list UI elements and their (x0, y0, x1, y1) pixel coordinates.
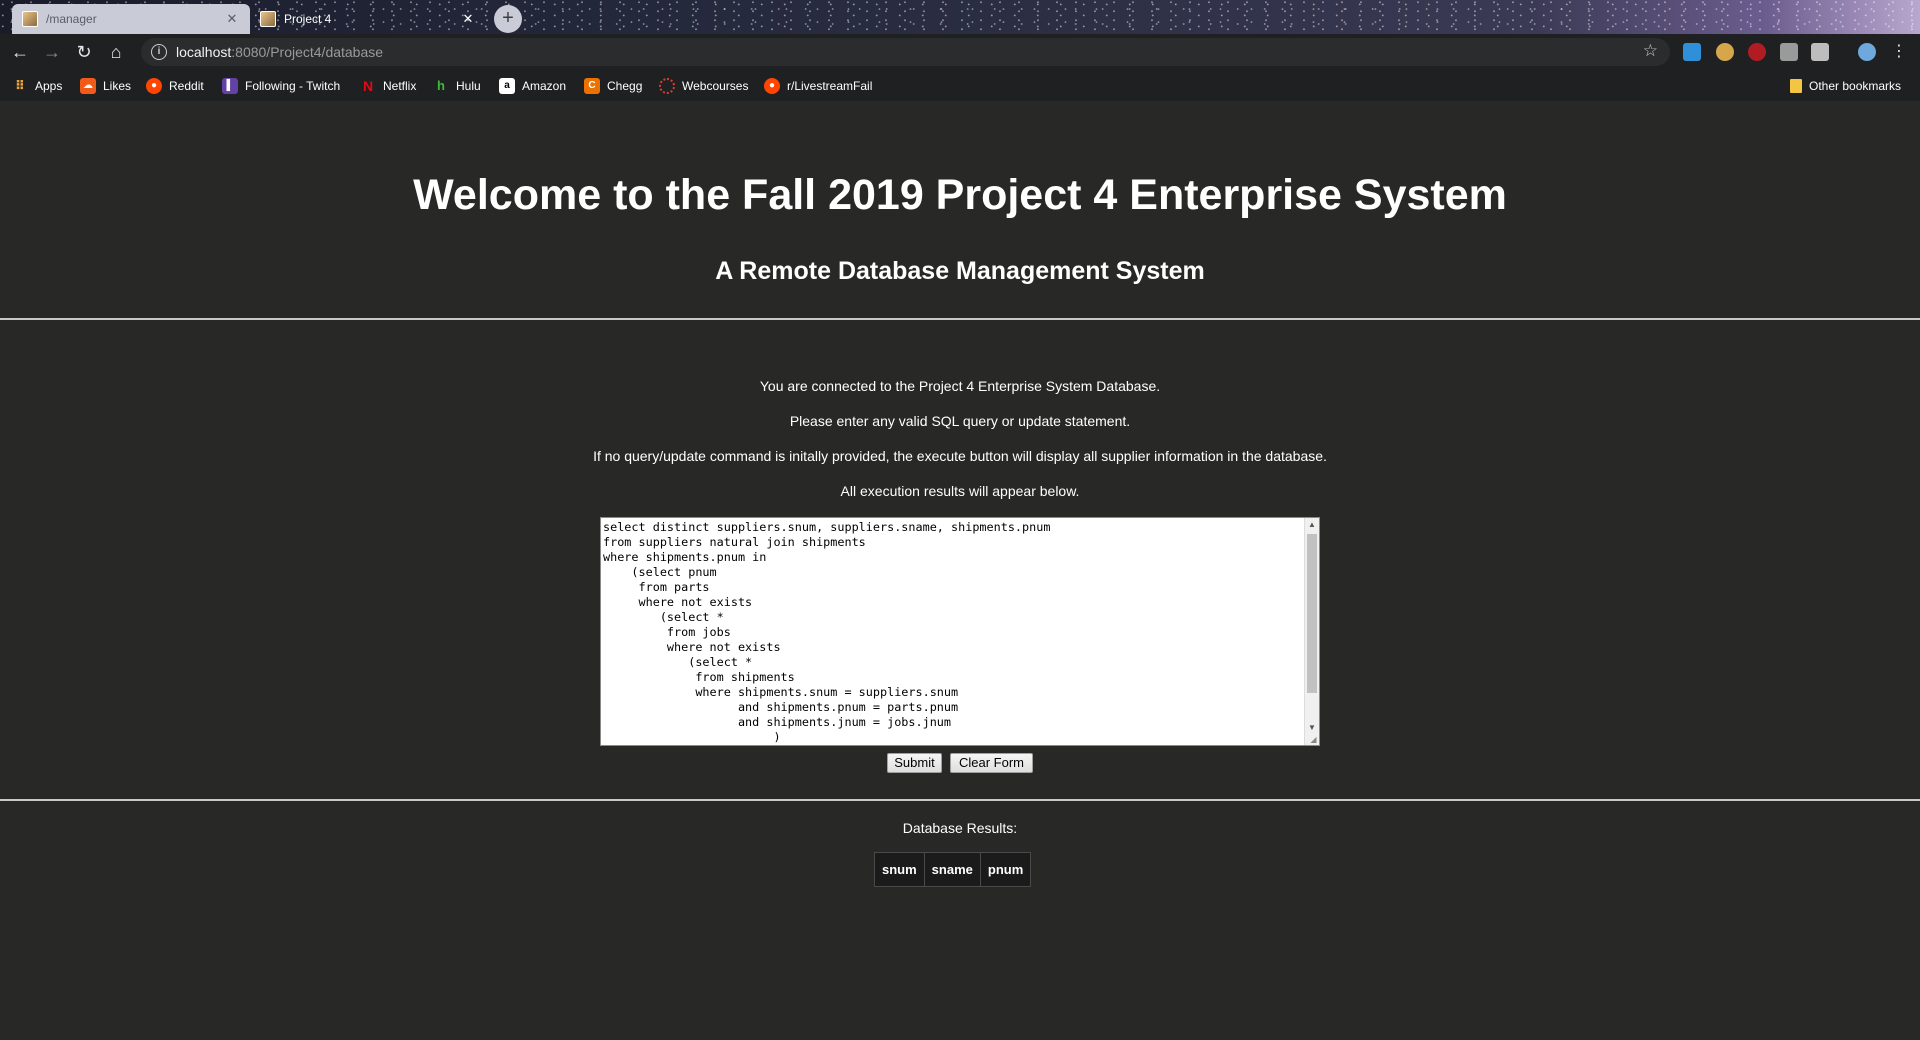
close-icon[interactable]: ✕ (460, 11, 476, 27)
sql-query-textarea[interactable]: select distinct suppliers.snum, supplier… (600, 517, 1320, 746)
netflix-icon: N (362, 78, 374, 94)
resize-grip-icon[interactable]: ◢ (1309, 735, 1318, 744)
extension-icon[interactable] (1716, 43, 1734, 61)
reload-icon[interactable]: ↻ (72, 40, 96, 64)
amazon-icon: a (499, 78, 515, 94)
folder-icon (1790, 79, 1802, 93)
page-body: Welcome to the Fall 2019 Project 4 Enter… (0, 101, 1920, 1040)
column-header-sname: sname (923, 852, 981, 887)
results-heading: Database Results: (902, 820, 1018, 836)
sql-query-text[interactable]: select distinct suppliers.snum, supplier… (603, 520, 1303, 743)
tab-manager[interactable]: /manager ✕ (12, 4, 250, 34)
bookmark-label: r/LivestreamFail (787, 79, 873, 93)
reddit-icon: ● (146, 78, 162, 94)
default-behavior-message: If no query/update command is initally p… (593, 448, 1327, 464)
browser-toolbar: ← → ↻ ⌂ i localhost:8080/Project4/databa… (0, 34, 1920, 70)
bookmark-label: Hulu (456, 79, 481, 93)
tomcat-favicon-icon (260, 11, 276, 27)
bookmark-likes[interactable]: ☁ Likes (80, 77, 131, 95)
bookmark-webcourses[interactable]: Webcourses (659, 77, 748, 95)
divider (0, 799, 1920, 801)
bookmark-amazon[interactable]: a Amazon (499, 77, 566, 95)
bookmark-label: Webcourses (682, 79, 749, 93)
scroll-down-arrow-icon[interactable]: ▼ (1305, 721, 1319, 735)
tab-project4[interactable]: Project 4 ✕ (250, 4, 486, 34)
chegg-icon: C (584, 78, 600, 94)
column-header-snum: snum (874, 852, 925, 887)
instruction-message: Please enter any valid SQL query or upda… (789, 413, 1131, 429)
url-path: :8080/Project4/database (231, 44, 384, 60)
submit-button[interactable]: Submit (887, 753, 942, 773)
new-tab-button[interactable]: + (494, 5, 522, 33)
home-icon[interactable]: ⌂ (104, 40, 128, 64)
bookmark-label: Chegg (607, 79, 643, 93)
info-icon[interactable]: i (151, 44, 167, 60)
bookmark-label: Following - Twitch (245, 79, 341, 93)
extension-icon[interactable] (1811, 43, 1829, 61)
bookmark-label: Netflix (383, 79, 417, 93)
hulu-icon: h (437, 78, 445, 93)
reddit-icon: ● (764, 78, 780, 94)
bookmark-hulu[interactable]: h Hulu (433, 77, 481, 95)
bookmark-other[interactable]: Other bookmarks (1790, 77, 1901, 95)
bookmark-twitch[interactable]: ▌ Following - Twitch (222, 77, 340, 95)
results-table: snum sname pnum (874, 852, 1032, 887)
page-title: Welcome to the Fall 2019 Project 4 Enter… (413, 171, 1507, 219)
url-host: localhost (176, 44, 232, 60)
scrollbar-thumb[interactable] (1307, 534, 1317, 693)
apps-grid-icon: ⠿ (14, 78, 26, 93)
bookmarks-bar: ⠿ Apps ☁ Likes ● Reddit ▌ Following - Tw… (0, 70, 1920, 101)
webcourses-icon (659, 78, 675, 94)
bookmark-label: Likes (103, 79, 132, 93)
back-arrow-icon[interactable]: ← (8, 40, 32, 64)
page-subtitle: A Remote Database Management System (715, 257, 1205, 285)
results-note-message: All execution results will appear below. (840, 483, 1080, 499)
soundcloud-icon: ☁ (80, 78, 96, 94)
bookmark-label: Amazon (522, 79, 567, 93)
bookmark-reddit[interactable]: ● Reddit (146, 77, 204, 95)
bookmark-label: Apps (35, 79, 63, 93)
twitch-icon: ▌ (222, 78, 238, 94)
forward-arrow-icon[interactable]: → (40, 40, 64, 64)
table-header-row: snum sname pnum (874, 852, 1032, 887)
extension-icon[interactable] (1683, 43, 1701, 61)
column-header-pnum: pnum (979, 852, 1032, 887)
tab-title: Project 4 (284, 12, 332, 26)
scroll-up-arrow-icon[interactable]: ▲ (1305, 518, 1319, 532)
bookmark-label: Other bookmarks (1809, 79, 1902, 93)
bookmark-netflix[interactable]: N Netflix (360, 77, 416, 95)
tab-title: /manager (46, 12, 97, 26)
bookmark-chegg[interactable]: C Chegg (584, 77, 642, 95)
menu-dots-icon[interactable]: ⋮ (1887, 40, 1911, 64)
extension-icon[interactable] (1780, 43, 1798, 61)
bookmark-apps[interactable]: ⠿ Apps (12, 77, 62, 95)
tomcat-favicon-icon (22, 11, 38, 27)
ublock-icon[interactable] (1748, 43, 1766, 61)
tab-strip: /manager ✕ Project 4 ✕ + (0, 0, 1920, 34)
clear-form-button[interactable]: Clear Form (950, 753, 1033, 773)
bookmark-star-icon[interactable]: ☆ (1643, 41, 1658, 61)
textarea-scrollbar[interactable]: ▲ ▼ (1304, 518, 1319, 745)
divider (0, 318, 1920, 320)
bookmark-livestreamfail[interactable]: ● r/LivestreamFail (764, 77, 872, 95)
bookmark-label: Reddit (169, 79, 204, 93)
address-bar[interactable]: i localhost:8080/Project4/database ☆ (141, 38, 1670, 66)
close-icon[interactable]: ✕ (224, 11, 240, 27)
profile-avatar[interactable] (1858, 43, 1876, 61)
connection-message: You are connected to the Project 4 Enter… (759, 378, 1161, 394)
